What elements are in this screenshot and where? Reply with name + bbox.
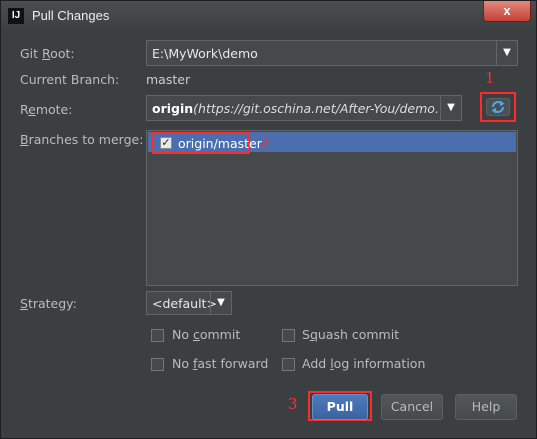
list-item-origin-master[interactable]: ✓ origin/master [148,132,516,154]
close-button[interactable]: x [483,1,531,22]
intellij-app-icon: IJ [8,8,24,24]
checkmark-icon[interactable]: ✓ [160,137,172,149]
strategy-dropdown[interactable]: <default> ▼ [146,291,232,315]
add-log-information-checkbox[interactable] [282,358,295,371]
squash-commit-checkbox[interactable] [282,329,295,342]
annotation-2: 2 [260,134,270,152]
branches-to-merge-label: Branches to merge: [20,132,144,147]
chevron-down-icon[interactable]: ▼ [496,41,517,65]
current-branch-label: Current Branch: [20,72,120,87]
branch-highlight: ✓ origin/master [152,132,262,154]
git-root-value: E:\MyWork\demo [152,46,258,61]
refresh-icon [491,100,505,114]
close-icon: x [503,3,511,18]
remote-url: (https://git.oschina.net/After-You/demo.… [193,101,438,116]
chevron-down-icon[interactable]: ▼ [210,292,231,314]
squash-commit-label[interactable]: Squash commit [302,327,399,342]
no-fast-forward-checkbox[interactable] [151,358,164,371]
pull-changes-dialog: IJ Pull Changes x Git Root: E:\MyWork\de… [0,0,537,439]
add-log-information-label[interactable]: Add log information [302,356,425,371]
help-button[interactable]: Help [455,394,517,420]
cancel-button[interactable]: Cancel [381,394,443,420]
title-bar: IJ Pull Changes x [1,1,536,31]
git-root-label: Git Root: [20,46,75,61]
strategy-value: <default> [152,296,217,311]
current-branch-value: master [146,72,191,87]
chevron-down-icon[interactable]: ▼ [440,96,461,120]
refresh-remotes-button[interactable] [486,98,510,116]
remote-value: origin(https://git.oschina.net/After-You… [152,101,438,116]
annotation-3: 3 [288,395,298,413]
strategy-label: Strategy: [20,296,77,311]
window-title: Pull Changes [32,8,110,23]
pull-button[interactable]: Pull [312,394,368,420]
git-root-dropdown[interactable]: E:\MyWork\demo ▼ [146,40,518,66]
no-commit-checkbox[interactable] [151,329,164,342]
remote-name: origin [152,101,194,116]
no-commit-label[interactable]: No commit [172,327,240,342]
branches-list[interactable]: ✓ origin/master [146,130,518,286]
refresh-remotes-highlight [480,92,516,122]
no-fast-forward-label[interactable]: No fast forward [172,356,268,371]
remote-label: Remote: [20,102,73,117]
branch-label: origin/master [178,136,262,151]
annotation-1: 1 [485,69,495,87]
remote-dropdown[interactable]: origin(https://git.oschina.net/After-You… [146,95,462,121]
